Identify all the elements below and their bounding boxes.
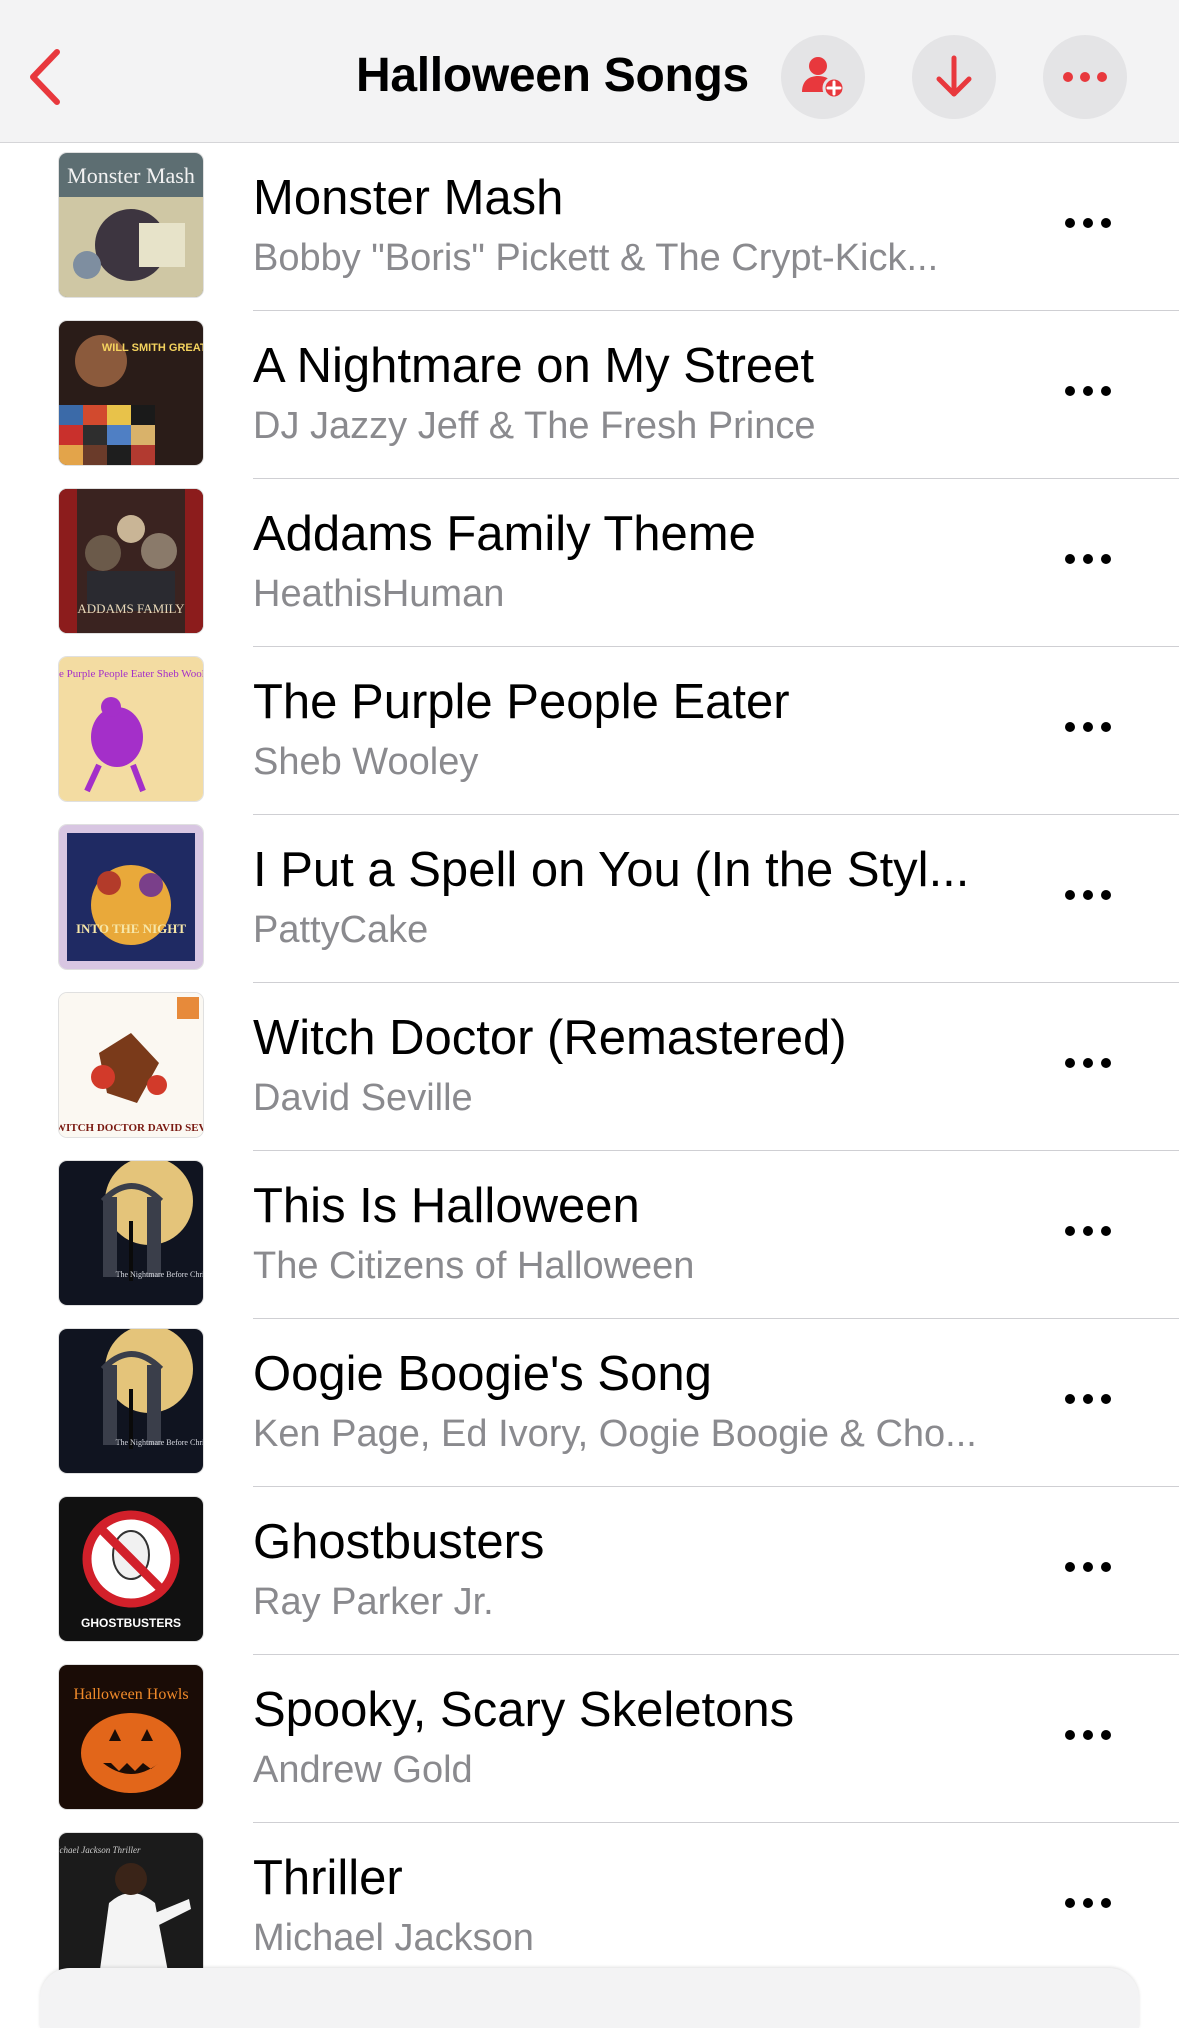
song-row[interactable]: GHOSTBUSTERS Ghostbusters Ray Parker Jr. xyxy=(0,1487,1179,1655)
back-button[interactable] xyxy=(22,46,66,108)
album-art-text: Monster Mash xyxy=(67,163,195,188)
album-art-text: The Purple People Eater Sheb Wooley xyxy=(59,668,203,680)
more-icon xyxy=(1065,218,1111,228)
song-artist: Andrew Gold xyxy=(253,1749,473,1791)
song-title: Addams Family Theme xyxy=(253,507,756,561)
more-icon xyxy=(1065,554,1111,564)
song-more-button[interactable] xyxy=(1060,1539,1116,1595)
more-icon xyxy=(1065,722,1111,732)
song-more-button[interactable] xyxy=(1060,1203,1116,1259)
song-more-button[interactable] xyxy=(1060,1707,1116,1763)
song-row[interactable]: Monster Mash Monster Mash Bobby "Boris" … xyxy=(0,143,1179,311)
song-row[interactable]: INTO THE NIGHT I Put a Spell on You (In … xyxy=(0,815,1179,983)
album-art-text: THE WITCH DOCTOR DAVID SEVILLE xyxy=(59,1122,203,1134)
song-artist: HeathisHuman xyxy=(253,573,505,615)
song-title: Spooky, Scary Skeletons xyxy=(253,1683,795,1737)
song-title: This Is Halloween xyxy=(253,1179,640,1233)
album-art-text: The Nightmare Before Christmas xyxy=(116,1270,203,1279)
song-artist: David Seville xyxy=(253,1077,473,1119)
more-icon xyxy=(1063,72,1107,82)
song-row[interactable]: Michael Jackson Thriller Thriller Michae… xyxy=(0,1823,1179,1991)
album-art-text: INTO THE NIGHT xyxy=(76,921,186,936)
song-row[interactable]: THE WITCH DOCTOR DAVID SEVILLE Witch Doc… xyxy=(0,983,1179,1151)
download-button[interactable] xyxy=(912,35,996,119)
song-row[interactable]: Halloween Howls Spooky, Scary Skeletons … xyxy=(0,1655,1179,1823)
album-artwork: The Purple People Eater Sheb Wooley xyxy=(59,657,203,801)
album-art-text: GHOSTBUSTERS xyxy=(81,1616,181,1630)
song-title: Thriller xyxy=(253,1851,403,1905)
more-icon xyxy=(1065,1730,1111,1740)
album-artwork: GHOSTBUSTERS xyxy=(59,1497,203,1641)
song-artist: Michael Jackson xyxy=(253,1917,534,1959)
song-row[interactable]: The Purple People Eater Sheb Wooley The … xyxy=(0,647,1179,815)
more-icon xyxy=(1065,1058,1111,1068)
navigation-bar: Halloween Songs xyxy=(0,0,1179,143)
song-more-button[interactable] xyxy=(1060,1035,1116,1091)
song-more-button[interactable] xyxy=(1060,363,1116,419)
song-title: I Put a Spell on You (In the Styl... xyxy=(253,843,970,897)
song-title: Oogie Boogie's Song xyxy=(253,1347,712,1401)
song-title: The Purple People Eater xyxy=(253,675,790,729)
song-row[interactable]: The Nightmare Before Christmas Oogie Boo… xyxy=(0,1319,1179,1487)
album-artwork: Michael Jackson Thriller xyxy=(59,1833,203,1977)
song-more-button[interactable] xyxy=(1060,867,1116,923)
album-art-text: WILL SMITH GREATEST HITS xyxy=(102,342,203,354)
more-options-button[interactable] xyxy=(1043,35,1127,119)
album-artwork: THE WITCH DOCTOR DAVID SEVILLE xyxy=(59,993,203,1137)
more-icon xyxy=(1065,890,1111,900)
song-artist: The Citizens of Halloween xyxy=(253,1245,695,1287)
song-title: A Nightmare on My Street xyxy=(253,339,815,393)
album-art-text: Michael Jackson Thriller xyxy=(59,1845,141,1855)
add-collaborator-button[interactable] xyxy=(781,35,865,119)
song-row[interactable]: WILL SMITH GREATEST HITS A Nightmare on … xyxy=(0,311,1179,479)
album-artwork: INTO THE NIGHT xyxy=(59,825,203,969)
more-icon xyxy=(1065,1226,1111,1236)
song-title: Monster Mash xyxy=(253,171,564,225)
more-icon xyxy=(1065,386,1111,396)
song-artist: PattyCake xyxy=(253,909,429,951)
song-more-button[interactable] xyxy=(1060,1371,1116,1427)
chevron-left-icon xyxy=(30,49,60,105)
album-artwork: Halloween Howls xyxy=(59,1665,203,1809)
download-arrow-icon xyxy=(936,55,972,97)
album-artwork: The Nightmare Before Christmas xyxy=(59,1329,203,1473)
mini-player-sheet[interactable] xyxy=(40,1968,1139,2028)
album-artwork: Monster Mash xyxy=(59,153,203,297)
song-row[interactable]: The Nightmare Before Christmas This Is H… xyxy=(0,1151,1179,1319)
song-row[interactable]: ADDAMS FAMILY Addams Family Theme Heathi… xyxy=(0,479,1179,647)
album-art-text: The Nightmare Before Christmas xyxy=(116,1438,203,1447)
song-artist: Sheb Wooley xyxy=(253,741,479,783)
song-more-button[interactable] xyxy=(1060,531,1116,587)
album-art-text: ADDAMS FAMILY xyxy=(77,601,185,616)
album-artwork: The Nightmare Before Christmas xyxy=(59,1161,203,1305)
song-more-button[interactable] xyxy=(1060,195,1116,251)
song-artist: Bobby "Boris" Pickett & The Crypt-Kick..… xyxy=(253,237,939,279)
song-artist: Ray Parker Jr. xyxy=(253,1581,494,1623)
song-more-button[interactable] xyxy=(1060,699,1116,755)
song-title: Witch Doctor (Remastered) xyxy=(253,1011,847,1065)
album-artwork: WILL SMITH GREATEST HITS xyxy=(59,321,203,465)
song-title: Ghostbusters xyxy=(253,1515,545,1569)
song-artist: Ken Page, Ed Ivory, Oogie Boogie & Cho..… xyxy=(253,1413,977,1455)
more-icon xyxy=(1065,1394,1111,1404)
song-more-button[interactable] xyxy=(1060,1875,1116,1931)
more-icon xyxy=(1065,1898,1111,1908)
add-person-icon xyxy=(802,57,846,100)
song-artist: DJ Jazzy Jeff & The Fresh Prince xyxy=(253,405,816,447)
album-artwork: ADDAMS FAMILY xyxy=(59,489,203,633)
album-art-text: Halloween Howls xyxy=(73,1686,188,1703)
more-icon xyxy=(1065,1562,1111,1572)
page-title: Halloween Songs xyxy=(356,49,749,102)
